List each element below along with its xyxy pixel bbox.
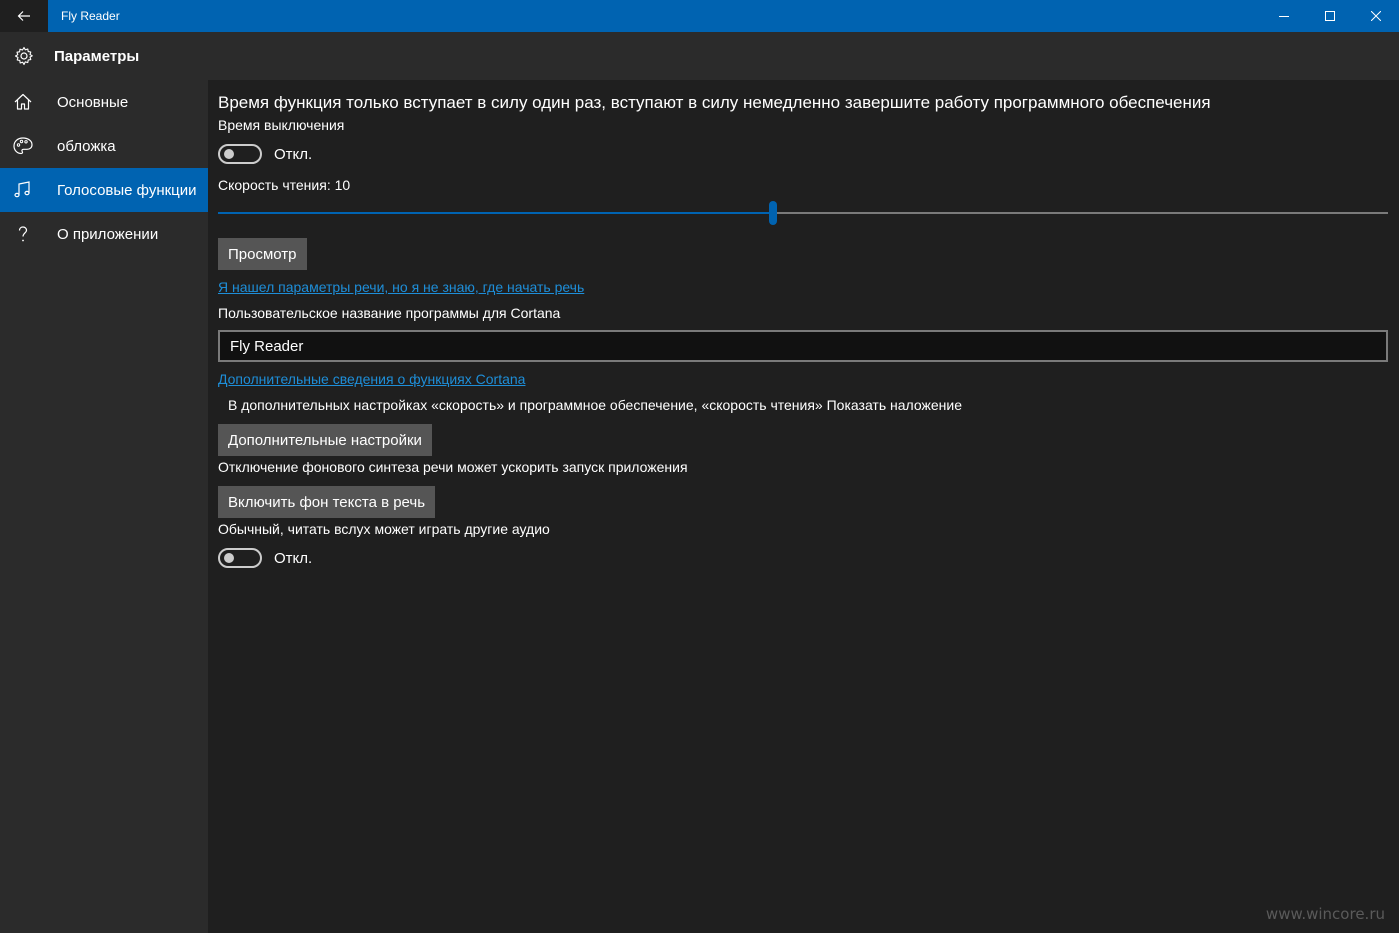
- gear-icon: [14, 46, 34, 66]
- read-aloud-toggle[interactable]: [218, 548, 262, 568]
- slider-thumb[interactable]: [769, 201, 777, 225]
- speech-settings-link[interactable]: Я нашел параметры речи, но я не знаю, гд…: [218, 279, 584, 295]
- sidebar-item-label: Основные: [57, 94, 128, 111]
- back-button[interactable]: [0, 0, 48, 32]
- sidebar-item-about[interactable]: О приложении: [0, 212, 208, 256]
- sidebar-item-label: Голосовые функции: [57, 182, 197, 199]
- close-button[interactable]: [1353, 0, 1399, 32]
- settings-header: Параметры: [0, 32, 1399, 80]
- reading-speed-label: Скорость чтения: 10: [218, 177, 350, 193]
- settings-header-icon: [0, 46, 48, 66]
- music-note-icon: [13, 180, 33, 200]
- sidebar-item-voice[interactable]: Голосовые функции: [0, 168, 208, 212]
- preview-button[interactable]: Просмотр: [218, 238, 307, 270]
- cortana-name-label: Пользовательское название программы для …: [218, 305, 560, 321]
- sidebar-item-general[interactable]: Основные: [0, 80, 208, 124]
- background-synth-text: Отключение фонового синтеза речи может у…: [218, 459, 688, 475]
- palette-icon: [12, 136, 34, 156]
- window-title: Fly Reader: [61, 9, 120, 23]
- sidebar: Основные обложка Голосовые функции: [0, 80, 208, 933]
- maximize-button[interactable]: [1307, 0, 1353, 32]
- watermark: www.wincore.ru: [1266, 905, 1385, 923]
- question-icon: [13, 224, 33, 244]
- shutdown-toggle-row: Откл.: [218, 144, 312, 164]
- page-title: Параметры: [54, 48, 139, 65]
- read-aloud-text: Обычный, читать вслух может играть други…: [218, 521, 550, 537]
- cortana-name-input[interactable]: Fly Reader: [218, 330, 1388, 362]
- minimize-icon: [1279, 11, 1289, 21]
- intro-text: Время функция только вступает в силу оди…: [218, 93, 1211, 113]
- sidebar-item-cover[interactable]: обложка: [0, 124, 208, 168]
- back-arrow-icon: [16, 8, 32, 24]
- advanced-settings-button[interactable]: Дополнительные настройки: [218, 424, 432, 456]
- read-aloud-toggle-label: Откл.: [274, 550, 312, 567]
- title-bar: Fly Reader: [0, 0, 1399, 32]
- home-icon: [13, 92, 33, 112]
- maximize-icon: [1325, 11, 1335, 21]
- sidebar-item-label: обложка: [57, 138, 116, 155]
- enable-background-tts-button[interactable]: Включить фон текста в речь: [218, 486, 435, 518]
- cortana-info-link[interactable]: Дополнительные сведения о функциях Corta…: [218, 371, 525, 387]
- advanced-info-text: В дополнительных настройках «скорость» и…: [228, 397, 962, 413]
- close-icon: [1371, 11, 1381, 21]
- main-content: Время функция только вступает в силу оди…: [208, 80, 1399, 933]
- sidebar-item-label: О приложении: [57, 226, 158, 243]
- minimize-button[interactable]: [1261, 0, 1307, 32]
- shutdown-time-label: Время выключения: [218, 117, 344, 133]
- shutdown-toggle-label: Откл.: [274, 146, 312, 163]
- shutdown-toggle[interactable]: [218, 144, 262, 164]
- read-aloud-toggle-row: Откл.: [218, 548, 312, 568]
- reading-speed-slider[interactable]: [218, 212, 1388, 214]
